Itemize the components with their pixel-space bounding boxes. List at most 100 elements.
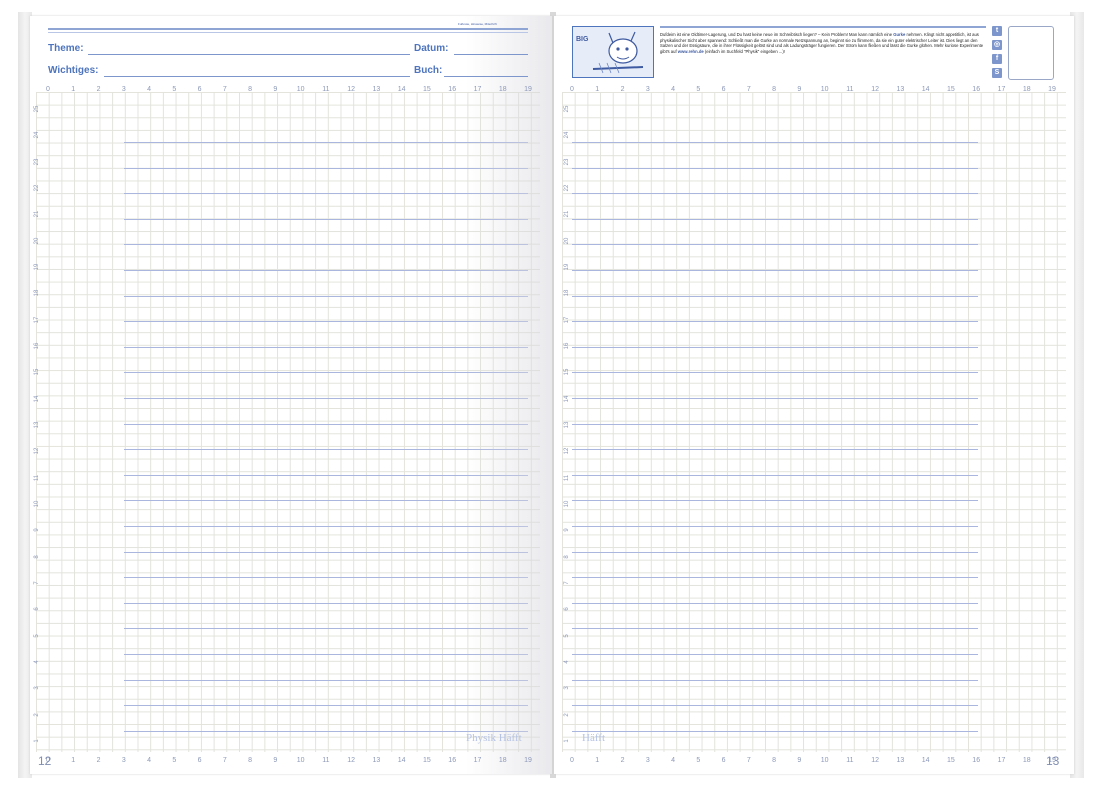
- right-ruled-rule: [572, 321, 978, 323]
- left-x-ticks-top: 0 1 2 3 4 5 6 7 8 9 10 11 12 13 14 15 16 17 18 19: [46, 86, 532, 96]
- left-y-tick: 3: [34, 686, 40, 690]
- right-y-tick: 15: [564, 368, 570, 376]
- left-x-bottom-tick: 13: [372, 757, 381, 764]
- right-y-tick: 6: [564, 607, 570, 611]
- right-x-top-tick: 19: [1048, 86, 1056, 93]
- left-y-tick: 12: [34, 447, 40, 455]
- right-y-tick: 12: [564, 447, 570, 455]
- right-ruled-rule: [572, 602, 978, 604]
- right-x-top-tick: 14: [921, 86, 930, 93]
- left-y-tick: 14: [34, 395, 40, 402]
- right-y-tick: 3: [564, 686, 570, 690]
- left-y-tick: 1: [34, 739, 40, 743]
- right-x-top-tick: 4: [671, 86, 675, 93]
- right-ruled-rule: [572, 730, 978, 732]
- left-x-bottom-tick: 17: [473, 757, 482, 764]
- left-x-top-tick: 11: [322, 86, 330, 93]
- left-y-tick: 7: [34, 581, 40, 585]
- field-wichtiges-line[interactable]: [104, 76, 410, 77]
- left-x-top-tick: 7: [222, 86, 227, 93]
- left-y-ticks: 25 24 23 22 21 20 19 18 17 16 15 14 13 12 11 10 9 8 7 6 5 4 3 2…: [32, 92, 42, 752]
- left-y-tick: 9: [34, 528, 40, 532]
- right-ruled-rule: [572, 142, 978, 143]
- left-y-tick: 13: [34, 421, 40, 429]
- instagram-icon[interactable]: ◎: [992, 40, 1002, 50]
- right-x-bottom-tick: 17: [997, 757, 1006, 764]
- left-x-top-tick: 19: [524, 86, 532, 93]
- right-x-bottom-tick: 14: [921, 757, 930, 764]
- skype-icon[interactable]: S: [992, 68, 1002, 78]
- promo-badge: BIG: [576, 36, 589, 43]
- left-x-top-tick: 18: [498, 86, 507, 93]
- right-x-bottom-tick: 4: [671, 757, 675, 764]
- right-x-top-tick: 15: [947, 86, 955, 93]
- right-y-tick: 8: [564, 554, 570, 559]
- left-x-bottom-tick: 18: [498, 757, 507, 764]
- right-ruled-rule: [572, 577, 978, 579]
- left-y-tick: 20: [34, 237, 40, 244]
- watermark-left: Physik Häfft: [466, 732, 522, 744]
- right-x-top-tick: 10: [820, 86, 829, 93]
- page-number-right: 13: [1046, 754, 1060, 768]
- right-y-tick: 2: [564, 712, 570, 717]
- right-y-tick: 13: [564, 421, 570, 429]
- right-y-tick: 24: [564, 131, 570, 139]
- field-wichtiges-label: Wichtiges:: [48, 65, 99, 76]
- left-x-top-tick: 9: [273, 86, 278, 93]
- field-datum-line[interactable]: [454, 54, 528, 55]
- right-ruled-rule: [572, 398, 978, 399]
- right-x-top-tick: 3: [645, 86, 650, 93]
- right-x-bottom-tick: 1: [595, 757, 600, 764]
- right-x-top-tick: 6: [721, 86, 726, 93]
- right-x-top-tick: 16: [972, 86, 981, 93]
- right-y-ticks: 25 24 23 22 21 20 19 18 17 16 15 14 13 12 11 10 9 8 7 6 5 4 3 2…: [562, 92, 572, 752]
- right-y-tick: 4: [564, 660, 570, 664]
- facebook-icon[interactable]: f: [992, 54, 1002, 64]
- right-x-top-tick: 5: [696, 86, 701, 93]
- right-x-top-tick: 11: [846, 86, 854, 93]
- left-y-tick: 15: [34, 368, 40, 376]
- right-x-bottom-tick: 11: [846, 757, 854, 764]
- left-y-tick: 8: [34, 554, 40, 559]
- field-theme-line[interactable]: [88, 54, 410, 55]
- right-ruled-rule: [572, 270, 978, 271]
- left-y-tick: 11: [34, 474, 40, 481]
- right-x-bottom-tick: 15: [947, 757, 955, 764]
- left-x-top-tick: 8: [248, 86, 253, 93]
- header-rule-thin: [48, 32, 528, 33]
- right-x-bottom-tick: 13: [896, 757, 905, 764]
- left-y-tick: 6: [34, 607, 40, 611]
- right-ruled-rule: [572, 244, 978, 246]
- right-ruled-rule: [572, 423, 978, 425]
- right-y-tick: 5: [564, 633, 570, 638]
- right-y-tick: 10: [564, 500, 570, 508]
- left-x-bottom-tick: 1: [71, 757, 76, 764]
- right-y-tick: 17: [564, 316, 570, 323]
- left-y-tick: 22: [34, 184, 40, 192]
- right-ruled-rule: [572, 474, 978, 476]
- right-x-top-tick: 12: [871, 86, 880, 93]
- right-y-tick: 22: [564, 184, 570, 192]
- right-ruled-rule: [572, 500, 978, 502]
- right-x-top-tick: 18: [1022, 86, 1031, 93]
- right-ruled-rule: [572, 346, 978, 348]
- right-ruled-rule: [572, 449, 978, 451]
- field-buch-line[interactable]: [444, 76, 528, 77]
- left-x-top-tick: 10: [296, 86, 305, 93]
- right-y-tick: 25: [564, 105, 570, 113]
- left-x-bottom-tick: 19: [524, 757, 532, 764]
- left-x-bottom-tick: 14: [397, 757, 406, 764]
- right-y-tick: 23: [564, 158, 570, 165]
- left-x-bottom-tick: 15: [423, 757, 431, 764]
- left-x-bottom-tick: 5: [172, 757, 177, 764]
- left-y-tick: 19: [34, 263, 40, 271]
- left-x-top-tick: 17: [473, 86, 482, 93]
- left-y-tick: 2: [34, 712, 40, 717]
- right-y-tick: 9: [564, 528, 570, 532]
- right-ruled-rule: [572, 679, 978, 681]
- right-y-tick: 14: [564, 395, 570, 402]
- twitter-icon[interactable]: t: [992, 26, 1002, 36]
- left-y-tick: 25: [34, 105, 40, 113]
- left-x-top-tick: 4: [147, 86, 151, 93]
- right-x-bottom-tick: 3: [645, 757, 650, 764]
